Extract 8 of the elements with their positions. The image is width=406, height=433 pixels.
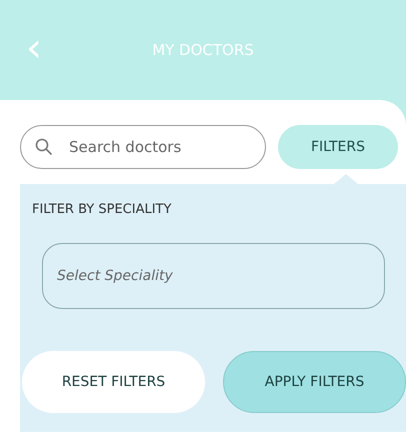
search-field[interactable]: Search doctors — [20, 125, 266, 169]
reset-filters-button[interactable]: RESET FILTERS — [22, 351, 205, 413]
apply-filters-button[interactable]: APPLY FILTERS — [223, 351, 406, 413]
search-icon — [35, 138, 53, 156]
speciality-select[interactable]: Select Speciality — [42, 243, 385, 309]
filters-button[interactable]: FILTERS — [278, 125, 398, 169]
screen-title: MY DOCTORS — [152, 41, 254, 59]
filter-label: FILTER BY SPECIALITY — [32, 202, 172, 217]
